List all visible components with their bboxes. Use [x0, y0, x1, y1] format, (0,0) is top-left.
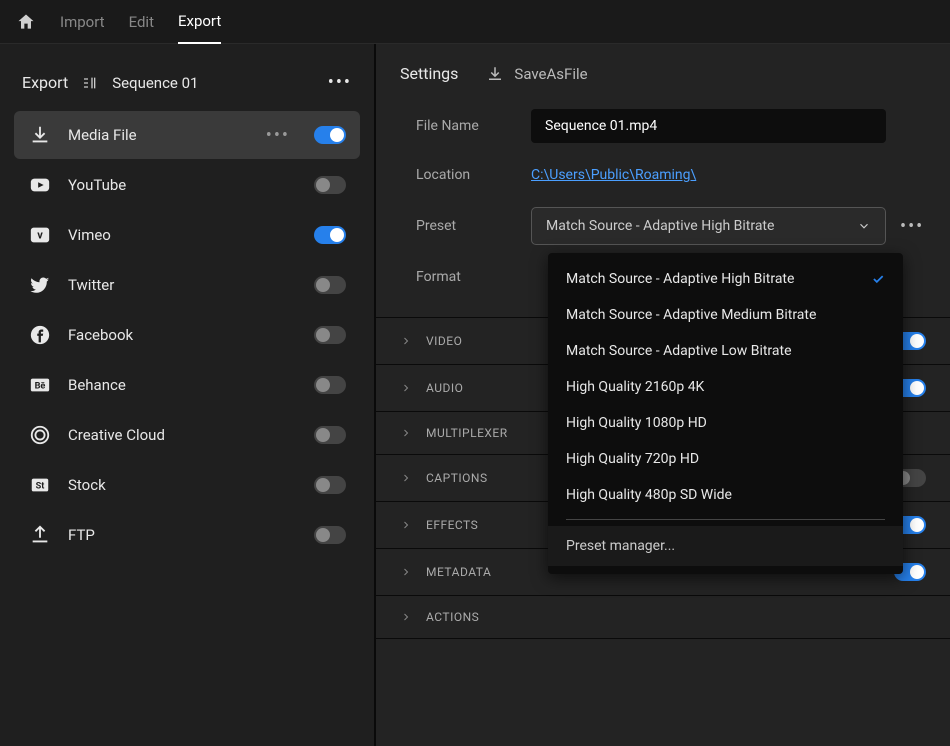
preset-value: Match Source - Adaptive High Bitrate: [546, 218, 774, 234]
destination-stock[interactable]: St Stock: [14, 461, 360, 509]
sidebar-title: Export: [22, 73, 68, 92]
preset-option[interactable]: High Quality 2160p 4K: [548, 369, 903, 405]
filename-input[interactable]: [531, 109, 886, 143]
destination-label: FTP: [68, 526, 298, 544]
behance-icon: Bē: [28, 373, 52, 397]
youtube-icon: [28, 173, 52, 197]
settings-panel: Settings SaveAsFile File Name Location C…: [376, 44, 950, 746]
preset-option-label: High Quality 1080p HD: [566, 415, 707, 431]
cc-icon: [28, 423, 52, 447]
main: Export Sequence 01 ••• Media File ••• YouT…: [0, 44, 950, 746]
svg-text:Bē: Bē: [35, 382, 46, 392]
destination-toggle[interactable]: [314, 176, 346, 194]
preset-label: Preset: [416, 218, 531, 234]
format-label: Format: [416, 269, 531, 285]
destination-toggle[interactable]: [314, 476, 346, 494]
chevron-right-icon: [400, 427, 412, 439]
section-label: ACTIONS: [426, 610, 926, 624]
stock-icon: St: [28, 473, 52, 497]
destination-label: Facebook: [68, 326, 298, 344]
destination-more-icon[interactable]: •••: [266, 125, 290, 146]
chevron-right-icon: [400, 519, 412, 531]
sidebar-header: Export Sequence 01 •••: [14, 64, 360, 111]
sequence-name: Sequence 01: [112, 74, 198, 92]
destination-label: Stock: [68, 476, 298, 494]
preset-option[interactable]: High Quality 720p HD: [548, 441, 903, 477]
tab-export[interactable]: Export: [178, 0, 221, 44]
destination-vimeo[interactable]: v Vimeo: [14, 211, 360, 259]
settings-header: Settings SaveAsFile: [376, 44, 950, 97]
save-as-file-label: SaveAsFile: [514, 65, 587, 83]
settings-title: Settings: [400, 64, 458, 83]
preset-option-label: High Quality 480p SD Wide: [566, 487, 732, 503]
preset-more-icon[interactable]: •••: [900, 216, 924, 237]
tab-import[interactable]: Import: [60, 1, 105, 43]
destination-toggle[interactable]: [314, 126, 346, 144]
chevron-right-icon: [400, 335, 412, 347]
sidebar-more-icon[interactable]: •••: [328, 72, 352, 93]
chevron-right-icon: [400, 611, 412, 623]
destination-twitter[interactable]: Twitter: [14, 261, 360, 309]
destination-toggle[interactable]: [314, 276, 346, 294]
home-icon[interactable]: [16, 12, 36, 32]
preset-option[interactable]: Match Source - Adaptive Medium Bitrate: [548, 297, 903, 333]
preset-row: Preset Match Source - Adaptive High Bitr…: [416, 207, 926, 245]
location-link[interactable]: C:\Users\Public\Roaming\: [531, 167, 696, 183]
destination-label: Vimeo: [68, 226, 298, 244]
destination-toggle[interactable]: [314, 226, 346, 244]
destination-toggle[interactable]: [314, 376, 346, 394]
destination-youtube[interactable]: YouTube: [14, 161, 360, 209]
export-icon: [28, 123, 52, 147]
filename-row: File Name: [416, 109, 926, 143]
chevron-down-icon: [857, 219, 871, 233]
preset-option[interactable]: Match Source - Adaptive Low Bitrate: [548, 333, 903, 369]
sequence-icon: [82, 75, 98, 91]
preset-dropdown: Match Source - Adaptive High Bitrate Matc…: [548, 253, 903, 574]
destination-ftp[interactable]: FTP: [14, 511, 360, 559]
destination-label: YouTube: [68, 176, 298, 194]
destination-behance[interactable]: Bē Behance: [14, 361, 360, 409]
preset-select[interactable]: Match Source - Adaptive High Bitrate: [531, 207, 886, 245]
destination-label: Media File: [68, 126, 250, 144]
check-icon: [871, 272, 885, 286]
tab-edit[interactable]: Edit: [129, 1, 154, 43]
location-label: Location: [416, 167, 531, 183]
chevron-right-icon: [400, 566, 412, 578]
dropdown-separator: [566, 519, 885, 520]
destination-export[interactable]: Media File •••: [14, 111, 360, 159]
preset-manager-item[interactable]: Preset manager...: [548, 526, 903, 566]
top-nav: Import Edit Export: [0, 0, 950, 44]
ftp-icon: [28, 523, 52, 547]
destination-label: Behance: [68, 376, 298, 394]
preset-option-label: Match Source - Adaptive High Bitrate: [566, 271, 794, 287]
vimeo-icon: v: [28, 223, 52, 247]
preset-option[interactable]: High Quality 1080p HD: [548, 405, 903, 441]
filename-label: File Name: [416, 118, 531, 134]
destination-facebook[interactable]: Facebook: [14, 311, 360, 359]
destination-cc[interactable]: Creative Cloud: [14, 411, 360, 459]
preset-option-label: High Quality 2160p 4K: [566, 379, 704, 395]
export-sidebar: Export Sequence 01 ••• Media File ••• YouT…: [0, 44, 374, 746]
svg-text:St: St: [36, 482, 45, 492]
section-actions[interactable]: ACTIONS: [376, 596, 950, 639]
preset-option-label: Match Source - Adaptive Medium Bitrate: [566, 307, 816, 323]
destination-list: Media File ••• YouTube v Vimeo Twitter Faceboo…: [14, 111, 360, 559]
destination-label: Twitter: [68, 276, 298, 294]
svg-text:v: v: [37, 229, 43, 242]
save-as-file-button[interactable]: SaveAsFile: [486, 65, 587, 83]
destination-toggle[interactable]: [314, 326, 346, 344]
destination-label: Creative Cloud: [68, 426, 298, 444]
twitter-icon: [28, 273, 52, 297]
preset-option[interactable]: Match Source - Adaptive High Bitrate: [548, 261, 903, 297]
destination-toggle[interactable]: [314, 426, 346, 444]
chevron-right-icon: [400, 382, 412, 394]
chevron-right-icon: [400, 472, 412, 484]
facebook-icon: [28, 323, 52, 347]
preset-option-label: High Quality 720p HD: [566, 451, 699, 467]
location-row: Location C:\Users\Public\Roaming\: [416, 167, 926, 183]
destination-toggle[interactable]: [314, 526, 346, 544]
preset-option-label: Match Source - Adaptive Low Bitrate: [566, 343, 792, 359]
preset-option[interactable]: High Quality 480p SD Wide: [548, 477, 903, 513]
download-icon: [486, 65, 504, 83]
